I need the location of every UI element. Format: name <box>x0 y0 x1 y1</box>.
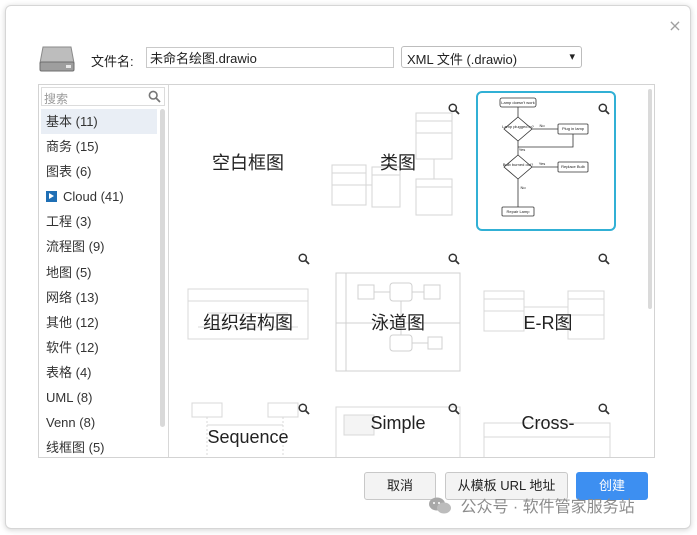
template-er-diagram[interactable]: E-R图 <box>478 243 618 383</box>
search-icon[interactable] <box>148 90 161 103</box>
category-network[interactable]: 网络 (13) <box>41 285 157 310</box>
zoom-icon[interactable] <box>598 253 610 265</box>
file-name-input[interactable] <box>146 47 394 68</box>
category-software[interactable]: 软件 (12) <box>41 335 157 360</box>
template-org-chart[interactable]: 组织结构图 <box>178 243 318 383</box>
zoom-icon[interactable] <box>448 103 460 115</box>
watermark-text: 公众号 · 软件管家服务站 <box>460 499 635 516</box>
new-diagram-dialog: × 文件名: XML 文件 (.drawio) ▾ 搜索 基本 (11) <box>5 5 691 529</box>
close-icon[interactable]: × <box>668 18 682 34</box>
cancel-button[interactable]: 取消 <box>364 472 436 500</box>
template-swimlane[interactable]: 泳道图 <box>328 243 468 383</box>
zoom-icon[interactable] <box>448 253 460 265</box>
flow-start-text: Lamp doesn't work <box>501 100 534 105</box>
chevron-down-icon: ▾ <box>569 51 575 63</box>
template-label: 组织结构图 <box>203 313 293 333</box>
category-wireframes[interactable]: 线框图 (5) <box>41 435 157 457</box>
file-type-select[interactable]: XML 文件 (.drawio) ▾ <box>401 46 582 68</box>
category-uml[interactable]: UML (8) <box>41 385 157 410</box>
template-label: Sequence <box>207 427 289 447</box>
category-venn[interactable]: Venn (8) <box>41 410 157 435</box>
zoom-icon[interactable] <box>298 253 310 265</box>
category-basic[interactable]: 基本 (11) <box>41 109 157 135</box>
template-cross-functional[interactable]: Cross- <box>478 393 618 457</box>
template-label: Cross- <box>521 413 575 433</box>
template-grid-scrollbar[interactable] <box>648 89 652 309</box>
zoom-icon[interactable] <box>298 403 310 415</box>
file-type-value: XML 文件 (.drawio) <box>407 52 518 67</box>
category-list: 基本 (11) 商务 (15) 图表 (6) Cloud (41) 工程 (3)… <box>41 109 157 457</box>
search-input[interactable]: 搜索 <box>41 87 165 106</box>
template-panel: 搜索 基本 (11) 商务 (15) 图表 (6) Cloud (41) 工程 … <box>38 84 655 458</box>
zoom-icon[interactable] <box>598 103 610 115</box>
chat-bubble-icon <box>429 497 451 514</box>
flowchart-preview: Lamp doesn't work Lamp plugged in? No Pl… <box>499 97 589 217</box>
category-sidebar: 搜索 基本 (11) 商务 (15) 图表 (6) Cloud (41) 工程 … <box>39 85 169 457</box>
template-class-diagram[interactable]: 类图 <box>328 93 468 233</box>
disk-drive-icon <box>39 46 75 72</box>
flow-decision1-text: Lamp plugged in? <box>502 124 535 129</box>
flow-decision2-text: Bulb burned out? <box>503 162 534 167</box>
sidebar-scrollbar[interactable] <box>160 109 165 427</box>
search-placeholder: 搜索 <box>44 92 69 106</box>
flow-end-text: Repair Lamp <box>507 209 531 214</box>
flow-action2-text: Replace Bulb <box>561 164 586 169</box>
template-simple[interactable]: Simple <box>328 393 468 457</box>
category-maps[interactable]: 地图 (5) <box>41 260 157 285</box>
file-name-label: 文件名: <box>91 54 134 69</box>
category-flowchart[interactable]: 流程图 (9) <box>41 234 157 259</box>
template-label: E-R图 <box>523 313 573 333</box>
template-sequence[interactable]: Sequence <box>178 393 318 457</box>
template-flowchart[interactable]: Lamp doesn't work Lamp plugged in? No Pl… <box>476 91 618 233</box>
category-tables[interactable]: 表格 (4) <box>41 360 157 385</box>
template-label: 泳道图 <box>371 313 425 333</box>
flow-yes-label: Yes <box>519 147 526 152</box>
flow-no-label: No <box>539 123 545 128</box>
watermark: 公众号 · 软件管家服务站 <box>428 496 635 520</box>
cloud-category-icon <box>46 191 57 203</box>
zoom-icon[interactable] <box>448 403 460 415</box>
zoom-icon[interactable] <box>598 403 610 415</box>
template-label: Simple <box>370 413 426 433</box>
template-grid: 空白框图 类图 Lamp doesn't work Lamp plugged i… <box>170 85 650 457</box>
template-label: 空白框图 <box>212 153 284 173</box>
flow-yes2-label: Yes <box>539 161 546 166</box>
flow-no2-label: No <box>520 185 526 190</box>
category-cloud[interactable]: Cloud (41) <box>41 184 157 209</box>
category-engineering[interactable]: 工程 (3) <box>41 209 157 234</box>
template-blank-diagram[interactable]: 空白框图 <box>178 93 318 233</box>
category-other[interactable]: 其他 (12) <box>41 310 157 335</box>
category-business[interactable]: 商务 (15) <box>41 134 157 159</box>
flow-action1-text: Plug in lamp <box>562 126 585 131</box>
category-charts[interactable]: 图表 (6) <box>41 159 157 184</box>
template-label: 类图 <box>380 153 416 173</box>
